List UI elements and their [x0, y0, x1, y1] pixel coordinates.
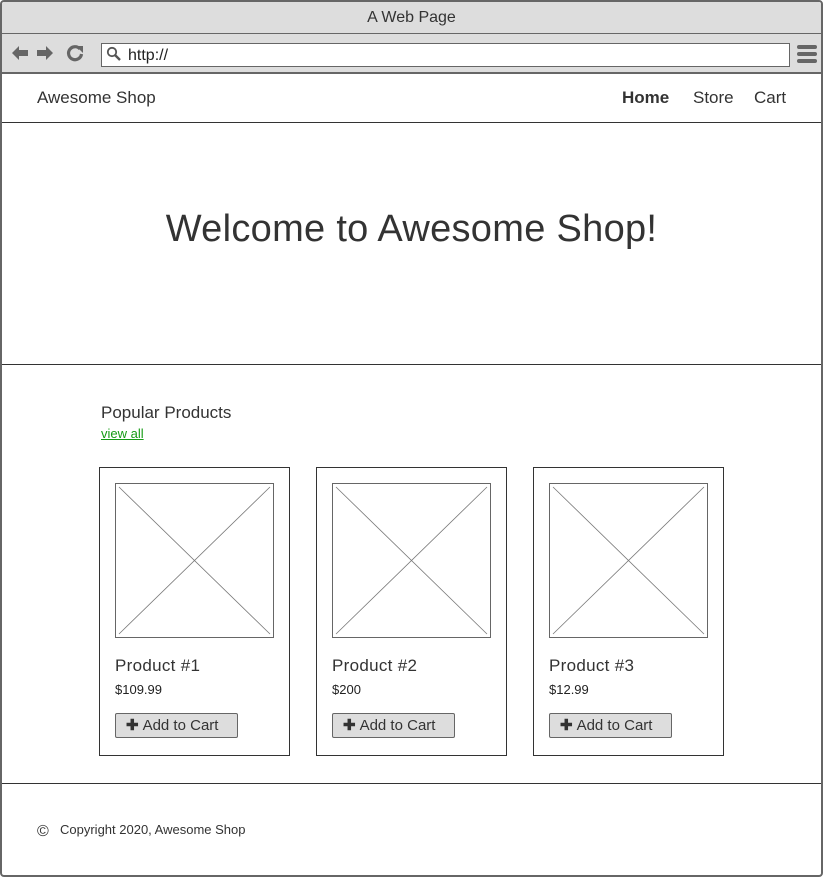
- nav-link-home[interactable]: Home: [622, 88, 669, 108]
- add-to-cart-button[interactable]: ✚ Add to Cart: [332, 713, 455, 738]
- product-name: Product #3: [549, 656, 635, 675]
- add-to-cart-label: Add to Cart: [576, 716, 653, 734]
- product-image-placeholder: [115, 483, 274, 638]
- product-card: Product #1 $109.99 ✚ Add to Cart: [99, 467, 290, 756]
- browser-toolbar: [2, 34, 821, 74]
- arrow-left-icon[interactable]: [10, 43, 30, 63]
- product-image-placeholder: [332, 483, 491, 638]
- address-bar[interactable]: [101, 43, 790, 67]
- add-to-cart-label: Add to Cart: [359, 716, 436, 734]
- product-price: $109.99: [115, 682, 162, 697]
- plus-icon: ✚: [343, 716, 356, 734]
- hero-banner: Welcome to Awesome Shop!: [2, 123, 821, 365]
- product-card: Product #2 $200 ✚ Add to Cart: [316, 467, 507, 756]
- site-footer: © Copyright 2020, Awesome Shop: [2, 783, 821, 875]
- browser-window: A Web Page Awesome Shop Home Store Cart …: [0, 0, 823, 877]
- copyright-icon: ©: [37, 823, 49, 840]
- image-placeholder-icon: [552, 486, 705, 635]
- add-to-cart-label: Add to Cart: [142, 716, 219, 734]
- product-price: $200: [332, 682, 361, 697]
- arrow-right-icon[interactable]: [35, 43, 55, 63]
- reload-icon[interactable]: [65, 43, 85, 63]
- nav-link-cart[interactable]: Cart: [754, 88, 786, 108]
- add-to-cart-button[interactable]: ✚ Add to Cart: [549, 713, 672, 738]
- window-title: A Web Page: [2, 2, 821, 34]
- image-placeholder-icon: [118, 486, 271, 635]
- product-image-placeholder: [549, 483, 708, 638]
- copyright-text: Copyright 2020, Awesome Shop: [60, 822, 246, 837]
- hamburger-menu-icon[interactable]: [797, 45, 817, 63]
- image-placeholder-icon: [335, 486, 488, 635]
- url-input[interactable]: [128, 47, 768, 65]
- plus-icon: ✚: [560, 716, 573, 734]
- section-title: Popular Products: [101, 403, 232, 422]
- product-name: Product #2: [332, 656, 418, 675]
- product-name: Product #1: [115, 656, 201, 675]
- plus-icon: ✚: [126, 716, 139, 734]
- add-to-cart-button[interactable]: ✚ Add to Cart: [115, 713, 238, 738]
- search-icon: [106, 46, 121, 61]
- product-card: Product #3 $12.99 ✚ Add to Cart: [533, 467, 724, 756]
- site-brand[interactable]: Awesome Shop: [37, 88, 156, 108]
- view-all-link[interactable]: view all: [101, 426, 144, 441]
- site-header: Awesome Shop Home Store Cart: [2, 76, 821, 123]
- nav-link-store[interactable]: Store: [693, 88, 734, 108]
- hero-title: Welcome to Awesome Shop!: [165, 208, 658, 250]
- product-price: $12.99: [549, 682, 589, 697]
